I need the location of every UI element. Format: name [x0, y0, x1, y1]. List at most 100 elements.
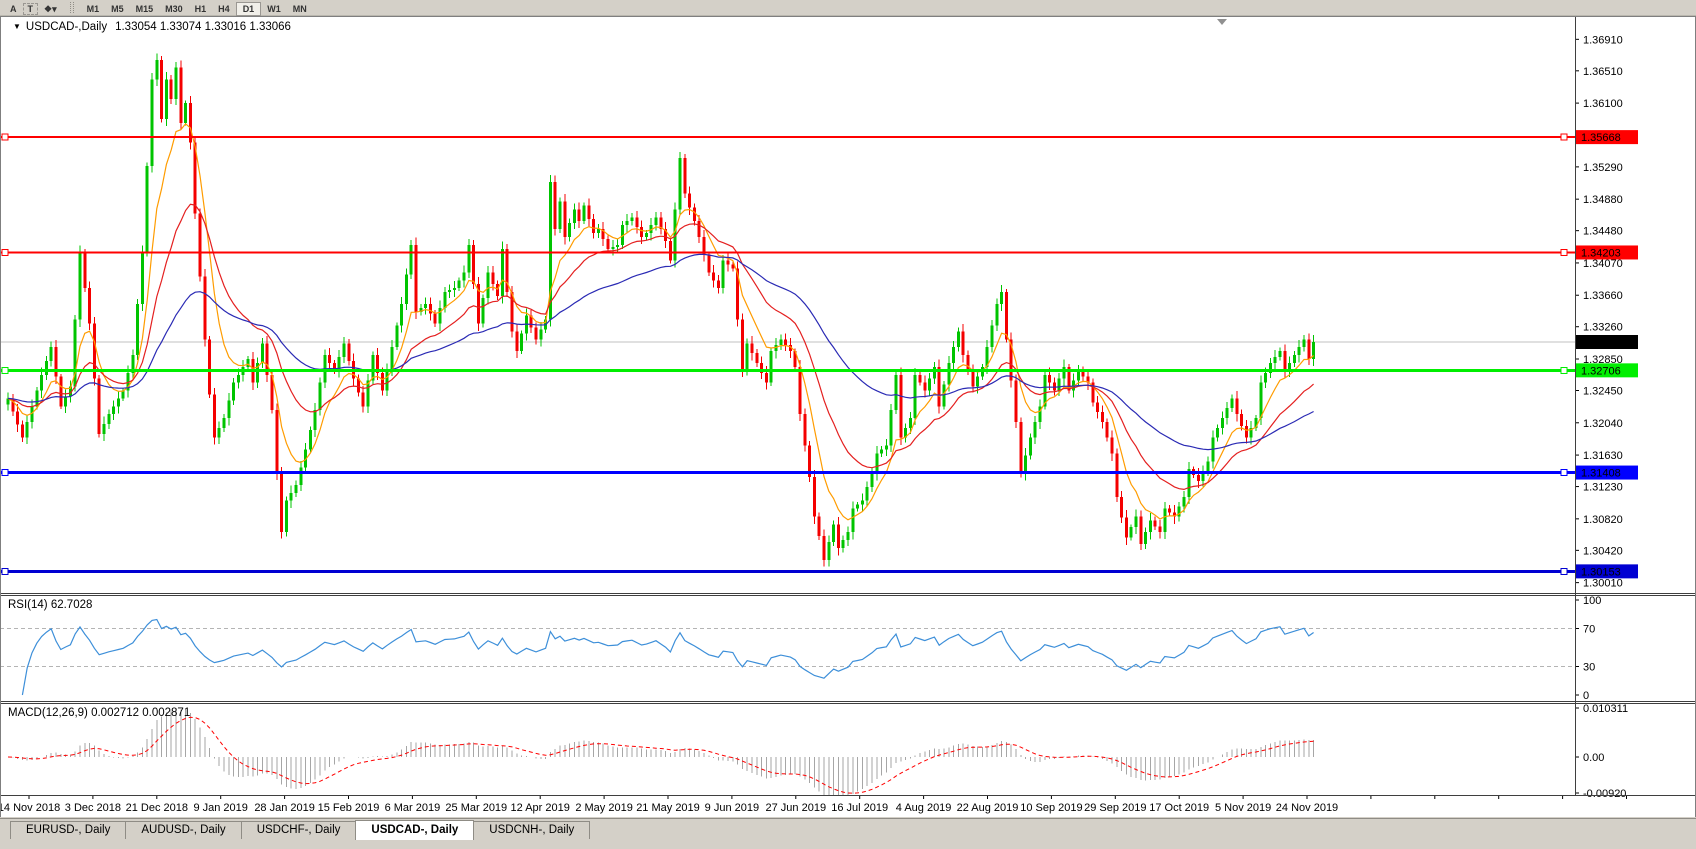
date-tick-label: 2 May 2019 [575, 802, 632, 814]
candle-body [554, 182, 557, 229]
timeframe-button-mn[interactable]: MN [287, 3, 313, 15]
candle-body [223, 418, 226, 428]
candle-body [453, 288, 456, 290]
candle-body [861, 501, 864, 505]
line-price-label-text: 1.35668 [1581, 132, 1621, 144]
candle-body [439, 308, 442, 324]
candle-body [1029, 438, 1032, 456]
candle-body [1034, 422, 1037, 438]
line-handle[interactable] [1561, 134, 1567, 140]
timeframe-button-m15[interactable]: M15 [130, 3, 160, 15]
candle-body [770, 351, 773, 382]
timeframe-button-m5[interactable]: M5 [105, 3, 130, 15]
price-tick-label: 1.31630 [1583, 450, 1623, 462]
price-tick-label: 1.36100 [1583, 98, 1623, 110]
candle-body [343, 343, 346, 357]
timeframe-button-h4[interactable]: H4 [212, 3, 236, 15]
candle-body [1125, 517, 1128, 537]
candle-body [688, 194, 691, 208]
line-handle[interactable] [2, 568, 8, 574]
text-label-tool-button[interactable]: T [23, 3, 39, 15]
candle-body [381, 373, 384, 391]
candle-body [203, 276, 206, 339]
chart-tab-usdchf[interactable]: USDCHF-, Daily [241, 821, 357, 839]
price-tick-label: 1.31230 [1583, 482, 1623, 494]
candle-body [616, 245, 619, 247]
candle-body [626, 221, 629, 225]
timeframe-button-w1[interactable]: W1 [261, 3, 287, 15]
chart-tab-audusd[interactable]: AUDUSD-, Daily [125, 821, 241, 839]
candle-body [285, 501, 288, 532]
price-tick-label: 1.30820 [1583, 514, 1623, 526]
line-handle[interactable] [1561, 367, 1567, 373]
font-tool-button[interactable]: A [4, 3, 23, 15]
candle-body [1149, 520, 1152, 532]
candle-body [386, 369, 389, 391]
candle-body [535, 328, 538, 340]
candle-body [1135, 516, 1138, 527]
price-tick-label: 1.35290 [1583, 162, 1623, 174]
candle-body [1274, 357, 1277, 363]
candle-body [467, 245, 470, 273]
line-handle[interactable] [1561, 249, 1567, 255]
candle-body [410, 245, 413, 275]
candle-body [962, 331, 965, 355]
timeframe-button-h1[interactable]: H1 [189, 3, 213, 15]
candle-body [458, 280, 461, 288]
timeframe-button-m1[interactable]: M1 [81, 3, 106, 15]
candle-body [1130, 527, 1133, 538]
candle-body [1216, 428, 1219, 438]
date-tick-label: 28 Jan 2019 [254, 802, 315, 814]
date-tick-label: 4 Aug 2019 [896, 802, 952, 814]
candle-body [717, 280, 720, 288]
candle-body [890, 410, 893, 445]
line-handle[interactable] [1561, 568, 1567, 574]
price-tick-label: 1.34880 [1583, 194, 1623, 206]
candle-body [79, 253, 82, 320]
candle-body [107, 414, 110, 424]
price-tick-label: 1.33260 [1583, 322, 1623, 334]
chart-tab-usdcad[interactable]: USDCAD-, Daily [355, 820, 474, 840]
rsi-tick-label: 30 [1583, 662, 1595, 674]
candle-body [669, 241, 672, 261]
line-price-label-text: 1.34203 [1581, 247, 1621, 259]
candle-body [88, 288, 91, 323]
line-price-label-text: 1.32706 [1581, 365, 1621, 377]
candle-body [818, 516, 821, 536]
line-handle[interactable] [2, 134, 8, 140]
candle-body [813, 477, 816, 516]
candle-body [1077, 371, 1080, 381]
candle-body [967, 355, 970, 371]
timeframe-button-m30[interactable]: M30 [159, 3, 189, 15]
candle-body [1106, 422, 1109, 438]
candle-body [26, 422, 29, 438]
cursor-tool-dropdown[interactable]: ❖▾ [38, 3, 63, 15]
candle-body [803, 414, 806, 445]
candle-body [59, 377, 62, 407]
chart-tab-usdcnh[interactable]: USDCNH-, Daily [473, 821, 590, 839]
chart-tab-eurusd[interactable]: EURUSD-, Daily [10, 821, 126, 839]
line-handle[interactable] [2, 249, 8, 255]
candle-body [261, 343, 264, 363]
candle-body [136, 304, 139, 355]
price-tick-label: 1.36510 [1583, 66, 1623, 78]
toolbar: AT❖▾ M1M5M15M30H1H4D1W1MN [0, 0, 1696, 16]
timeframe-button-d1[interactable]: D1 [236, 2, 262, 16]
candle-body [880, 450, 883, 454]
toolbar-grip[interactable] [70, 2, 74, 13]
candle-body [559, 202, 562, 230]
candle-body [208, 339, 211, 394]
candle-body [362, 392, 365, 406]
candle-body [1139, 516, 1142, 544]
candle-body [712, 272, 715, 280]
chart-canvas[interactable]: 1.369101.365101.361001.352901.348801.344… [0, 16, 1696, 817]
candle-body [995, 304, 998, 326]
candle-body [1163, 509, 1166, 533]
date-tick-label: 16 Jul 2019 [831, 802, 888, 814]
candle-body [727, 261, 730, 265]
line-handle[interactable] [2, 470, 8, 476]
line-handle[interactable] [2, 367, 8, 373]
candle-body [799, 367, 802, 414]
line-handle[interactable] [1561, 470, 1567, 476]
candle-body [1063, 367, 1066, 379]
